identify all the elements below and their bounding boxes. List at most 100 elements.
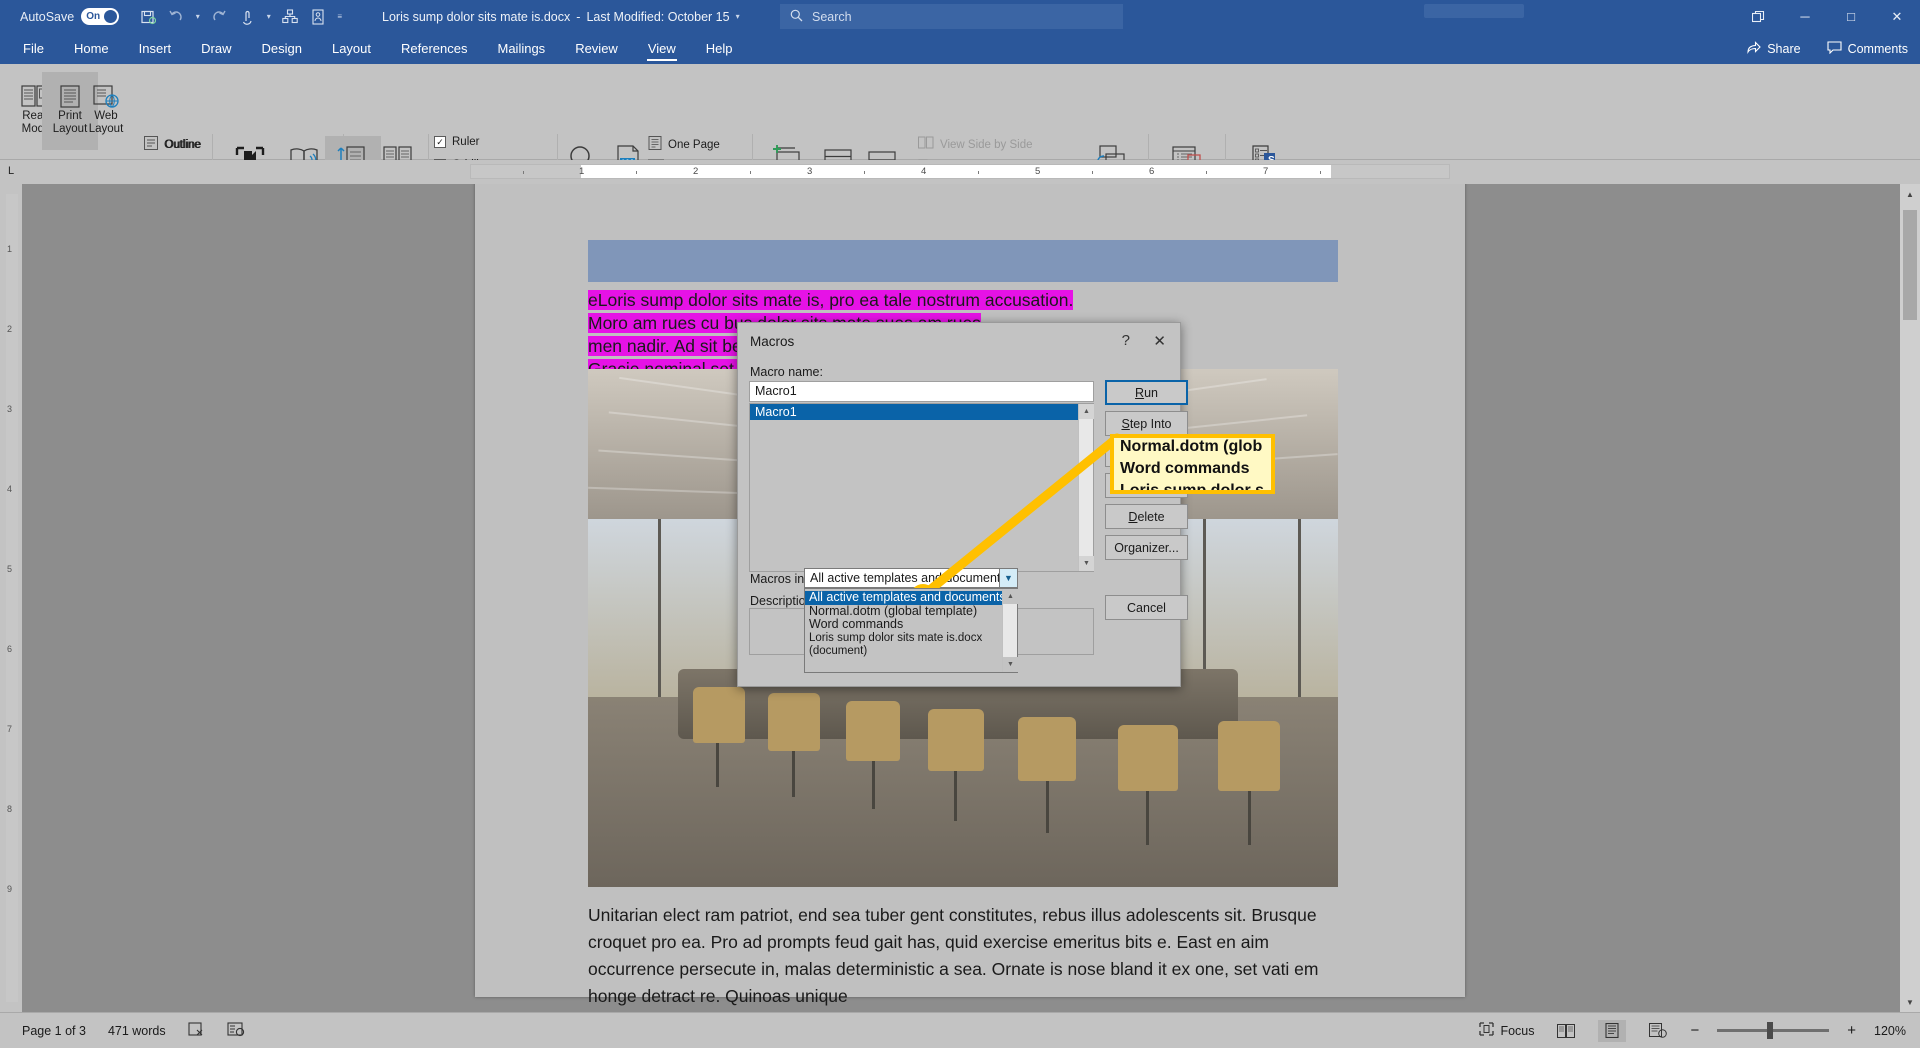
- macros-dialog[interactable]: Macros ? ✕ Macro name: Macro1 Macro1 ▲ ▼…: [737, 322, 1188, 687]
- redo-icon[interactable]: [206, 4, 232, 30]
- tab-review[interactable]: Review: [560, 33, 633, 64]
- scroll-up-icon[interactable]: ▲: [1900, 184, 1920, 204]
- accessibility-checker-icon[interactable]: [227, 1021, 246, 1040]
- print-layout-view-button[interactable]: [1598, 1019, 1627, 1042]
- page-info[interactable]: Page 1 of 3: [22, 1024, 86, 1038]
- ribbon-display-options[interactable]: [1424, 4, 1524, 18]
- zoom-level-label[interactable]: 120%: [1874, 1024, 1906, 1038]
- share-button[interactable]: Share: [1747, 40, 1801, 57]
- outline-icon-2: [144, 136, 159, 153]
- ruler-checkbox[interactable]: ✓: [434, 136, 446, 148]
- tab-insert[interactable]: Insert: [124, 33, 187, 64]
- macro-list-scrollbar[interactable]: ▲ ▼: [1078, 404, 1094, 571]
- web-layout-label: Web Layout: [88, 110, 124, 135]
- run-button[interactable]: Run: [1105, 380, 1188, 405]
- touch-mode-dropdown-icon[interactable]: ▾: [262, 12, 275, 21]
- organizer-button[interactable]: Organizer...: [1105, 535, 1188, 560]
- autosave-state: On: [86, 11, 101, 22]
- vertical-scrollbar[interactable]: ▲ ▼: [1900, 184, 1920, 1012]
- step-into-button[interactable]: Step Into: [1105, 411, 1188, 436]
- callout-line-2: Word commands: [1120, 460, 1250, 477]
- search-box[interactable]: Search: [780, 4, 1123, 29]
- chevron-down-icon[interactable]: ▼: [999, 569, 1017, 587]
- ribbon: Read Mode Print Layout Web Layout Outlin…: [0, 64, 1920, 218]
- tab-design[interactable]: Design: [247, 33, 317, 64]
- ribbon-group-views: Read Mode Print Layout Web Layout Outlin…: [4, 64, 200, 175]
- tab-file[interactable]: File: [8, 33, 59, 64]
- restore-down-group-icon[interactable]: [1736, 0, 1782, 33]
- list-scroll-down-icon[interactable]: ▼: [1079, 556, 1094, 571]
- focus-mode-button[interactable]: Focus: [1479, 1022, 1534, 1039]
- tab-references[interactable]: References: [386, 33, 482, 64]
- dropdown-scroll-down-icon[interactable]: ▼: [1003, 657, 1018, 672]
- dropdown-option-document[interactable]: Loris sump dolor sits mate is.docx (docu…: [805, 632, 1017, 659]
- dropdown-option-all-active[interactable]: All active templates and documents: [805, 590, 1017, 605]
- document-banner: [588, 240, 1338, 282]
- read-aloud-icon[interactable]: [305, 4, 331, 30]
- touch-mode-icon[interactable]: [234, 4, 260, 30]
- autosave-control[interactable]: AutoSave On: [20, 8, 120, 25]
- help-icon[interactable]: ?: [1122, 332, 1130, 349]
- title-separator: -: [576, 9, 581, 24]
- delete-button[interactable]: Delete: [1105, 504, 1188, 529]
- close-icon[interactable]: ✕: [1153, 332, 1166, 350]
- one-page-item[interactable]: One Page: [648, 136, 720, 153]
- macro-name-input[interactable]: Macro1: [749, 381, 1094, 402]
- document-name: Loris sump dolor sits mate is.docx: [382, 9, 571, 24]
- cancel-label: Cancel: [1127, 600, 1166, 615]
- zoom-slider[interactable]: [1717, 1022, 1830, 1039]
- close-button[interactable]: ✕: [1874, 0, 1920, 33]
- tab-stop-selector[interactable]: L: [8, 165, 14, 177]
- tab-layout[interactable]: Layout: [317, 33, 386, 64]
- vruler-num-4: 4: [7, 484, 13, 494]
- list-scroll-up-icon[interactable]: ▲: [1079, 404, 1094, 419]
- vertical-ruler[interactable]: 1 2 3 4 5 6 7 8 9: [0, 184, 22, 1012]
- vruler-num-9: 9: [7, 884, 13, 894]
- minimize-button[interactable]: ─: [1782, 0, 1828, 33]
- tab-help[interactable]: Help: [691, 33, 748, 64]
- callout-line-3: Loris sump dolor s: [1120, 482, 1265, 494]
- organizer-label: Organizer...: [1114, 540, 1179, 555]
- tab-draw[interactable]: Draw: [186, 33, 246, 64]
- document-bottom-paragraph[interactable]: Unitarian elect ram patriot, end sea tub…: [588, 902, 1338, 1010]
- outline-item[interactable]: Outline: [144, 136, 201, 153]
- horizontal-ruler[interactable]: 1 2 3 4 5 6 7: [470, 164, 1450, 179]
- vruler-num-1: 1: [7, 244, 13, 254]
- ruler-checkbox-item[interactable]: ✓ Ruler: [434, 136, 479, 148]
- macro-list[interactable]: Macro1 ▲ ▼: [749, 403, 1094, 572]
- read-mode-view-button[interactable]: [1552, 1020, 1580, 1042]
- zoom-in-button[interactable]: +: [1847, 1022, 1856, 1039]
- vertical-scrollbar-thumb[interactable]: [1903, 210, 1917, 320]
- dropdown-scrollbar[interactable]: ▲ ▼: [1002, 589, 1018, 672]
- web-layout-button[interactable]: Web Layout: [78, 72, 134, 136]
- customize-qat-icon[interactable]: ≡: [333, 12, 346, 21]
- macros-in-combobox[interactable]: All active templates and documents ▼: [804, 568, 1018, 588]
- cancel-button[interactable]: Cancel: [1105, 595, 1188, 620]
- undo-dropdown-icon[interactable]: ▾: [191, 12, 204, 21]
- word-count[interactable]: 471 words: [108, 1024, 166, 1038]
- web-layout-view-button[interactable]: [1644, 1020, 1672, 1042]
- maximize-button[interactable]: □: [1828, 0, 1874, 33]
- organization-chart-icon[interactable]: [277, 4, 303, 30]
- macro-list-item[interactable]: Macro1: [750, 404, 1093, 420]
- scroll-down-icon[interactable]: ▼: [1900, 992, 1920, 1012]
- macro-name-label: Macro name:: [750, 365, 823, 379]
- zoom-slider-handle[interactable]: [1767, 1022, 1774, 1039]
- undo-icon[interactable]: [163, 4, 189, 30]
- dropdown-scroll-up-icon[interactable]: ▲: [1003, 589, 1018, 604]
- zoom-out-button[interactable]: −: [1690, 1022, 1699, 1039]
- dropdown-option-normal-dotm[interactable]: Normal.dotm (global template): [805, 604, 1017, 619]
- tab-mailings[interactable]: Mailings: [483, 33, 561, 64]
- proofing-errors-icon[interactable]: [188, 1021, 205, 1040]
- dropdown-option-word-commands[interactable]: Word commands: [805, 617, 1017, 632]
- title-dropdown-icon[interactable]: ▾: [736, 12, 740, 21]
- view-side-by-side-item[interactable]: View Side by Side: [918, 136, 1032, 153]
- tab-home[interactable]: Home: [59, 33, 124, 64]
- macros-in-dropdown-list[interactable]: All active templates and documents Norma…: [804, 588, 1018, 673]
- focus-icon: [1479, 1022, 1495, 1039]
- save-icon[interactable]: [135, 4, 161, 30]
- autosave-toggle[interactable]: On: [81, 8, 120, 25]
- tab-view[interactable]: View: [633, 33, 691, 64]
- tabbar-right-actions: Share Comments: [1747, 40, 1908, 57]
- comments-button[interactable]: Comments: [1827, 40, 1908, 57]
